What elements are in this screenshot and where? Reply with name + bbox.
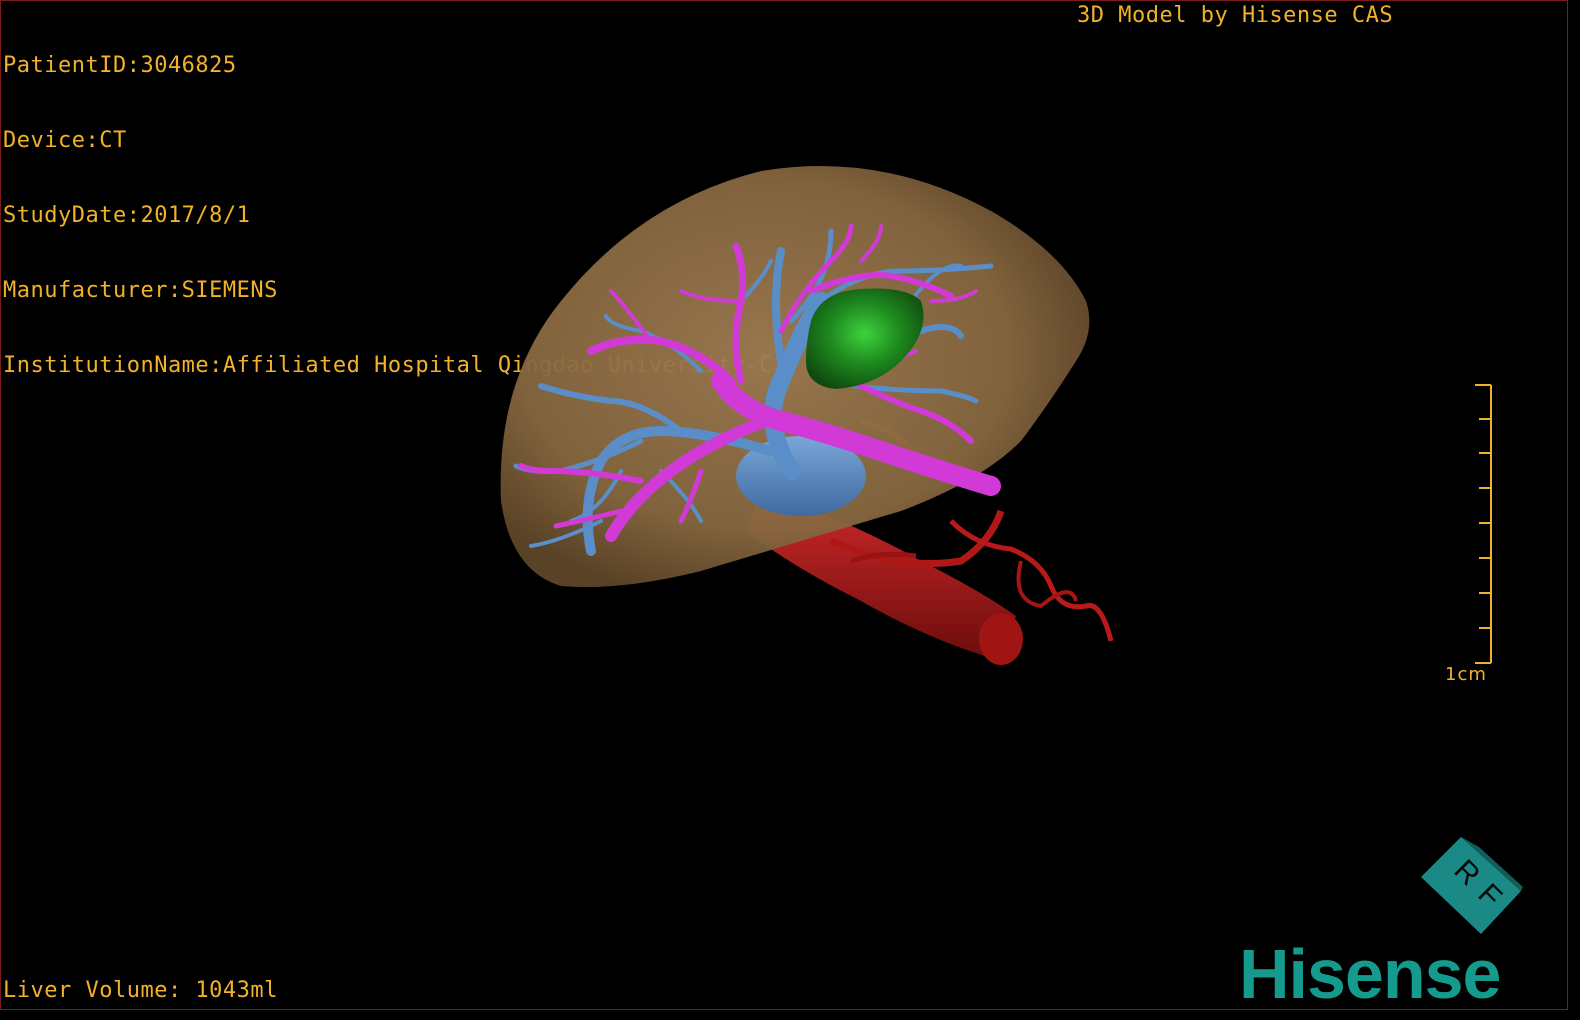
liver-3d-model[interactable]: [1, 1, 1567, 1009]
orientation-cube[interactable]: R F: [1411, 829, 1531, 944]
hisense-logo: Hisense: [1239, 935, 1501, 1010]
scale-label: 1cm: [1445, 664, 1487, 685]
scale-bar: [1475, 384, 1492, 664]
3d-viewport[interactable]: PatientID:3046825 Device:CT StudyDate:20…: [0, 0, 1568, 1010]
liver-volume-text: Liver Volume: 1043ml: [3, 978, 278, 1003]
